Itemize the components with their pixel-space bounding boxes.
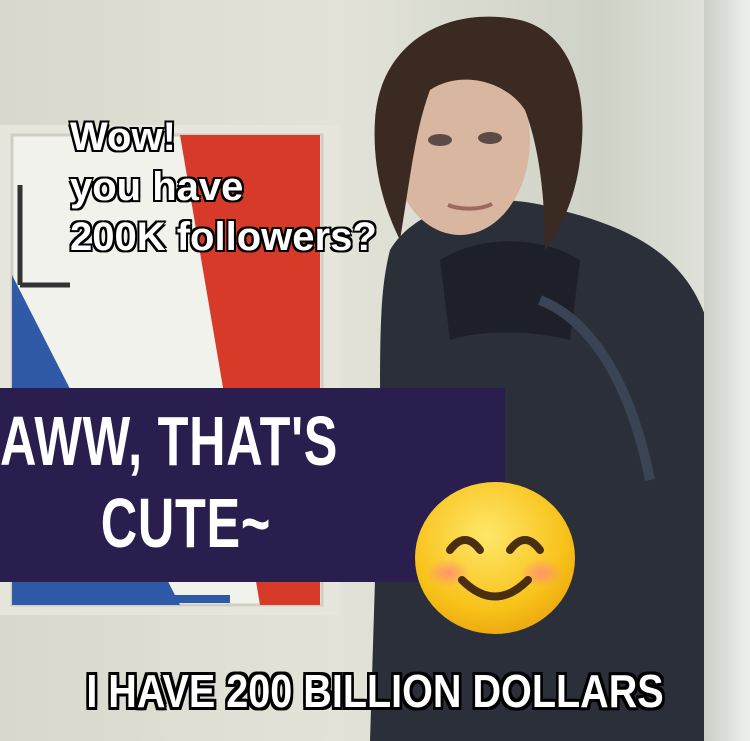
banner-text: AWW, THAT'S CUTE~: [0, 388, 339, 564]
banner-line-2: CUTE~: [100, 484, 272, 562]
smiling-face-with-smiling-eyes-icon: [415, 482, 575, 634]
banner-line-1: AWW, THAT'S: [0, 402, 339, 480]
top-caption: Wow! you have 200K followers?: [69, 112, 378, 262]
meme-image: Wow! you have 200K followers? AWW, THAT'…: [0, 0, 750, 741]
doorframe: [704, 0, 750, 741]
top-caption-line-1: Wow!: [69, 114, 177, 160]
top-caption-line-2: you have: [69, 164, 244, 210]
top-caption-line-3: 200K followers?: [69, 214, 378, 260]
bottom-caption: I HAVE 200 BILLION DOLLARS: [86, 665, 664, 717]
